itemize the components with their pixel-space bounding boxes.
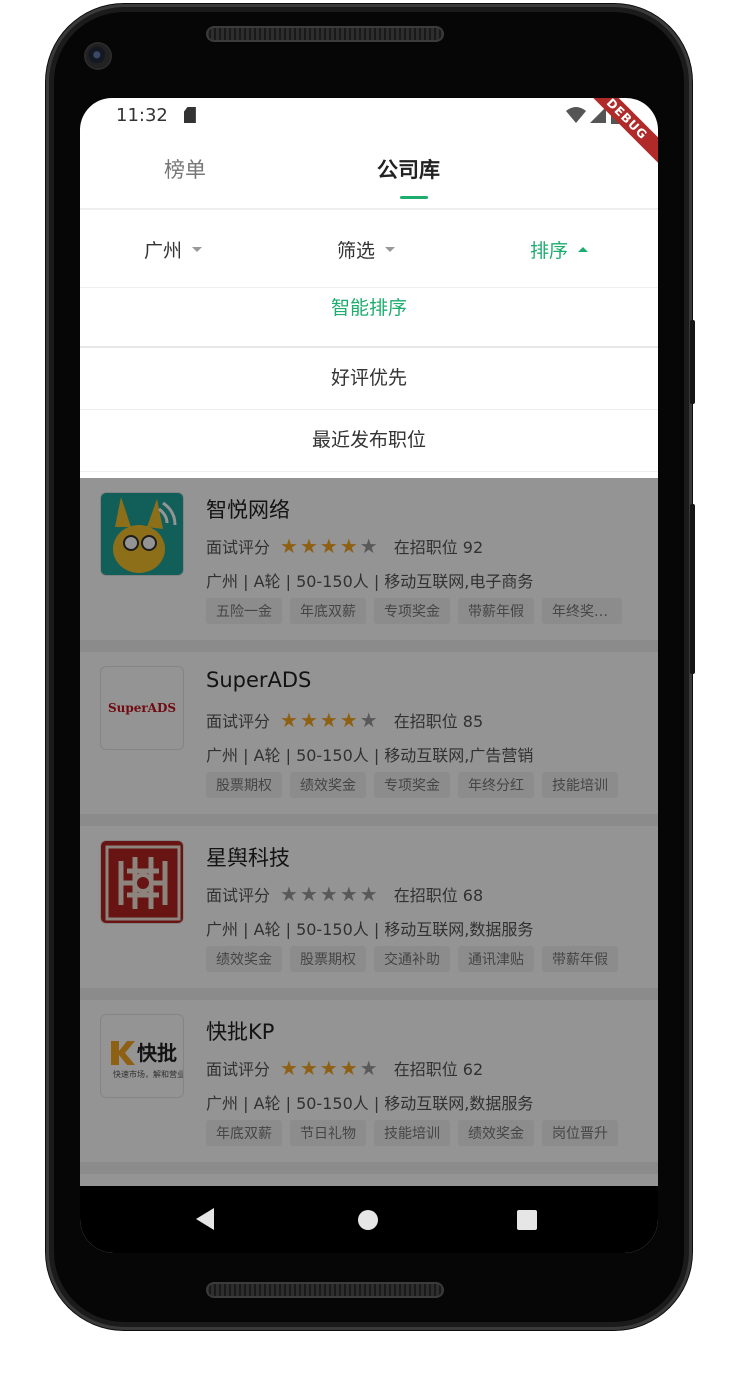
sort-filter-button[interactable]: 排序: [530, 236, 589, 263]
sort-option-rating[interactable]: 好评优先: [80, 348, 658, 410]
tab-ranking[interactable]: 榜单: [164, 154, 206, 184]
tab-indicator: [400, 196, 428, 199]
caret-down-icon: [385, 247, 396, 252]
home-icon[interactable]: [358, 1210, 378, 1230]
top-tabs: 榜单 公司库: [80, 132, 658, 210]
caret-up-icon: [578, 247, 589, 252]
city-filter-label: 广州: [144, 240, 183, 262]
status-time: 11:32: [116, 104, 168, 126]
sort-option-smart[interactable]: 智能排序: [80, 288, 658, 348]
app-screen: 11:32 DEBUG 榜单 公司库 广州 筛选 排序 智能排序 好评优先 最近…: [80, 98, 658, 1253]
tab-company-library[interactable]: 公司库: [377, 154, 440, 184]
volume-button: [690, 504, 695, 674]
signal-icon: [590, 107, 606, 123]
city-filter-button[interactable]: 广州: [144, 236, 203, 263]
sd-card-icon: [183, 107, 196, 123]
bottom-speaker: [206, 1282, 444, 1298]
front-camera: [86, 44, 110, 68]
screen-filter-label: 筛选: [337, 240, 376, 262]
earpiece-speaker: [206, 26, 444, 42]
back-icon[interactable]: [196, 1208, 214, 1230]
recents-icon[interactable]: [517, 1210, 537, 1230]
dropdown-scrim[interactable]: [80, 478, 658, 1186]
screen-filter-button[interactable]: 筛选: [337, 236, 396, 263]
status-bar: 11:32: [80, 98, 658, 132]
filter-bar: 广州 筛选 排序: [80, 210, 658, 288]
caret-down-icon: [192, 247, 203, 252]
sort-option-recent[interactable]: 最近发布职位: [80, 410, 658, 472]
system-nav-bar: [80, 1186, 658, 1253]
power-button: [690, 320, 695, 404]
sort-dropdown: 智能排序 好评优先 最近发布职位: [80, 288, 658, 472]
sort-filter-label: 排序: [530, 240, 569, 262]
wifi-icon: [566, 107, 586, 123]
